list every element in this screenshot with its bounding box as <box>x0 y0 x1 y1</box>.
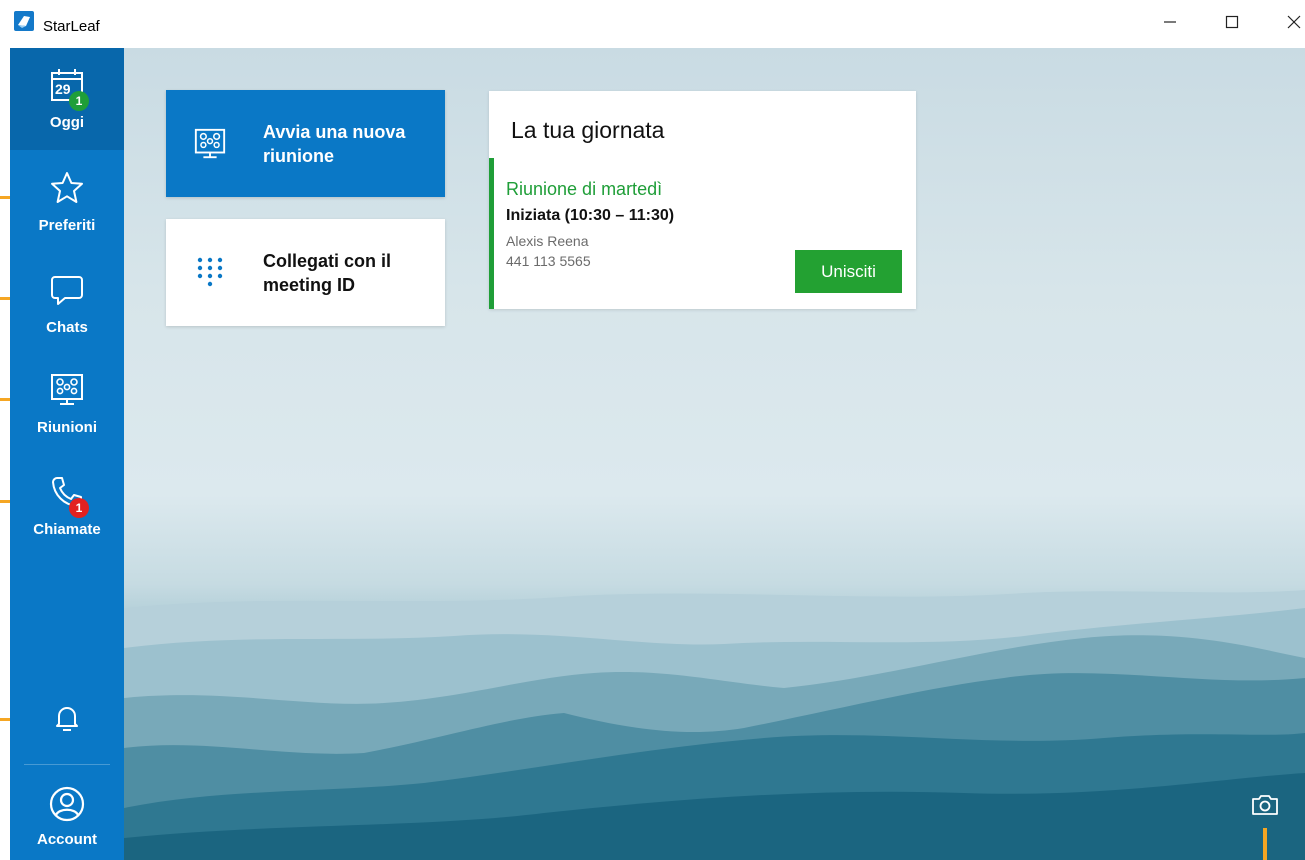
phone-icon-wrap: 1 <box>45 472 89 518</box>
edge-marker <box>0 398 10 401</box>
edge-marker <box>0 196 10 199</box>
star-icon <box>49 170 85 210</box>
join-meeting-id-label: Collegati con il meeting ID <box>263 251 392 295</box>
sidebar-item-label: Preferiti <box>38 217 96 234</box>
minimize-icon <box>1163 15 1177 34</box>
calendar-day: 29 <box>55 81 71 97</box>
meeting-icon-wrap <box>45 370 89 414</box>
edge-marker <box>0 718 10 721</box>
meeting-name: Riunione di martedì <box>506 179 663 199</box>
meeting-room-icon <box>49 372 85 412</box>
sidebar-item-oggi[interactable]: 29 1 Oggi <box>10 48 124 150</box>
meeting-item[interactable]: Riunione di martedì Iniziata (10:30 – 11… <box>489 158 916 309</box>
join-button[interactable]: Unisciti <box>795 250 902 293</box>
chat-bubble-icon <box>49 272 85 312</box>
starleaf-logo-icon <box>14 11 34 31</box>
title-bar: StarLeaf <box>0 0 1305 48</box>
user-circle-icon <box>48 785 86 827</box>
edge-marker <box>1263 828 1267 860</box>
sidebar-item-label: Chats <box>46 319 88 336</box>
oggi-badge: 1 <box>69 91 89 111</box>
sidebar-item-label: Account <box>37 831 97 848</box>
sidebar-item-chats[interactable]: Chats <box>10 270 124 352</box>
sidebar-item-label: Oggi <box>49 114 85 131</box>
minimize-button[interactable] <box>1147 0 1193 48</box>
day-card: La tua giornata Riunione di martedì Iniz… <box>489 91 916 309</box>
close-button[interactable] <box>1271 0 1305 48</box>
notifications-button[interactable] <box>10 703 124 743</box>
sidebar: 29 1 Oggi Preferiti Chats Riunioni 1 Chi… <box>10 48 124 860</box>
sidebar-item-chiamate[interactable]: 1 Chiamate <box>10 472 124 554</box>
edge-marker <box>0 500 10 503</box>
star-icon-wrap <box>45 168 89 212</box>
close-icon <box>1287 15 1301 34</box>
new-meeting-label: Avvia una nuova riunione <box>263 122 406 166</box>
sidebar-item-preferiti[interactable]: Preferiti <box>10 168 124 250</box>
account-icon-wrap <box>45 784 89 828</box>
calendar-icon-wrap: 29 1 <box>45 65 89 111</box>
window-title: StarLeaf <box>43 18 100 35</box>
edge-marker <box>0 297 10 300</box>
meeting-host: Alexis Reena <box>506 233 589 249</box>
sidebar-item-label: Riunioni <box>37 419 97 436</box>
chiamate-badge: 1 <box>69 498 89 518</box>
meeting-status: Iniziata (10:30 – 11:30) <box>506 207 675 224</box>
maximize-icon <box>1225 15 1239 34</box>
join-meeting-id-tile[interactable]: Collegati con il meeting ID <box>166 219 445 326</box>
new-meeting-tile[interactable]: Avvia una nuova riunione <box>166 90 445 197</box>
dialpad-icon <box>192 255 228 291</box>
chat-icon-wrap <box>45 270 89 314</box>
sidebar-item-riunioni[interactable]: Riunioni <box>10 370 124 452</box>
day-card-title: La tua giornata <box>511 117 665 143</box>
sidebar-item-account[interactable]: Account <box>10 784 124 860</box>
sidebar-item-label: Chiamate <box>33 521 101 538</box>
maximize-button[interactable] <box>1209 0 1255 48</box>
meeting-number: 441 113 5565 <box>506 253 591 269</box>
meeting-status-bar <box>489 158 494 309</box>
sidebar-divider <box>24 764 110 765</box>
bell-icon <box>54 703 80 737</box>
camera-icon[interactable] <box>1250 793 1280 817</box>
main-area: Avvia una nuova riunione Collegati con i… <box>124 48 1305 860</box>
meeting-room-icon <box>192 126 228 162</box>
